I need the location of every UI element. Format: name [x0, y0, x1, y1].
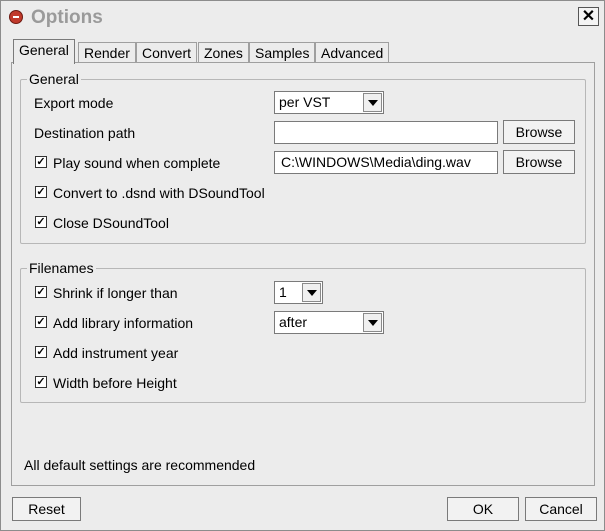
export-mode-select[interactable]: per VST — [274, 91, 384, 114]
library-info-checkbox[interactable]: ✓ — [35, 316, 47, 328]
shrink-checkbox[interactable]: ✓ — [35, 286, 47, 298]
tab-samples[interactable]: Samples — [249, 42, 316, 63]
tab-general[interactable]: General — [13, 39, 75, 64]
chevron-down-icon[interactable] — [302, 283, 321, 302]
filenames-group-title: Filenames — [29, 260, 94, 276]
cancel-button[interactable]: Cancel — [525, 497, 597, 521]
library-info-label: Add library information — [53, 315, 194, 331]
window-title: Options — [31, 7, 103, 28]
convert-dsnd-label: Convert to .dsnd with DSoundTool — [53, 185, 265, 201]
export-mode-label: Export mode — [34, 95, 114, 111]
shrink-length-select[interactable]: 1 — [274, 281, 323, 304]
close-dsoundtool-label: Close DSoundTool — [53, 215, 169, 231]
width-before-height-checkbox[interactable]: ✓ — [35, 376, 47, 388]
title-bar[interactable]: Options ✕ — [1, 1, 604, 33]
ok-button[interactable]: OK — [447, 497, 519, 521]
close-icon: ✕ — [581, 8, 596, 25]
play-sound-checkbox[interactable]: ✓ — [35, 156, 47, 168]
options-dialog: Options ✕ General Render Convert Zones S… — [0, 0, 605, 531]
instrument-year-label: Add instrument year — [53, 345, 179, 361]
chevron-down-icon[interactable] — [363, 93, 382, 112]
reset-button[interactable]: Reset — [12, 497, 81, 521]
convert-dsnd-checkbox[interactable]: ✓ — [35, 186, 47, 198]
general-group-title: General — [29, 71, 79, 87]
tab-zones[interactable]: Zones — [198, 42, 249, 63]
export-mode-value: per VST — [279, 94, 331, 110]
shrink-length-value: 1 — [279, 284, 287, 300]
recommendation-note: All default settings are recommended — [24, 457, 256, 473]
chevron-down-icon[interactable] — [363, 313, 382, 332]
general-tab-panel: General Export mode per VST Destination … — [11, 62, 595, 486]
library-position-select[interactable]: after — [274, 311, 384, 334]
library-position-value: after — [279, 314, 308, 330]
sound-browse-button[interactable]: Browse — [503, 150, 575, 174]
tab-convert[interactable]: Convert — [136, 42, 198, 63]
destination-path-input[interactable] — [274, 121, 498, 144]
instrument-year-checkbox[interactable]: ✓ — [35, 346, 47, 358]
width-before-height-label: Width before Height — [53, 375, 177, 391]
close-button[interactable]: ✕ — [578, 7, 599, 26]
tab-render[interactable]: Render — [78, 42, 136, 63]
sound-path-input[interactable]: C:\WINDOWS\Media\ding.wav — [274, 151, 498, 174]
destination-browse-button[interactable]: Browse — [503, 120, 575, 144]
play-sound-label: Play sound when complete — [53, 155, 221, 171]
destination-path-label: Destination path — [34, 125, 136, 141]
app-icon — [9, 10, 23, 24]
close-dsoundtool-checkbox[interactable]: ✓ — [35, 216, 47, 228]
shrink-label: Shrink if longer than — [53, 285, 178, 301]
tab-advanced[interactable]: Advanced — [315, 42, 390, 63]
